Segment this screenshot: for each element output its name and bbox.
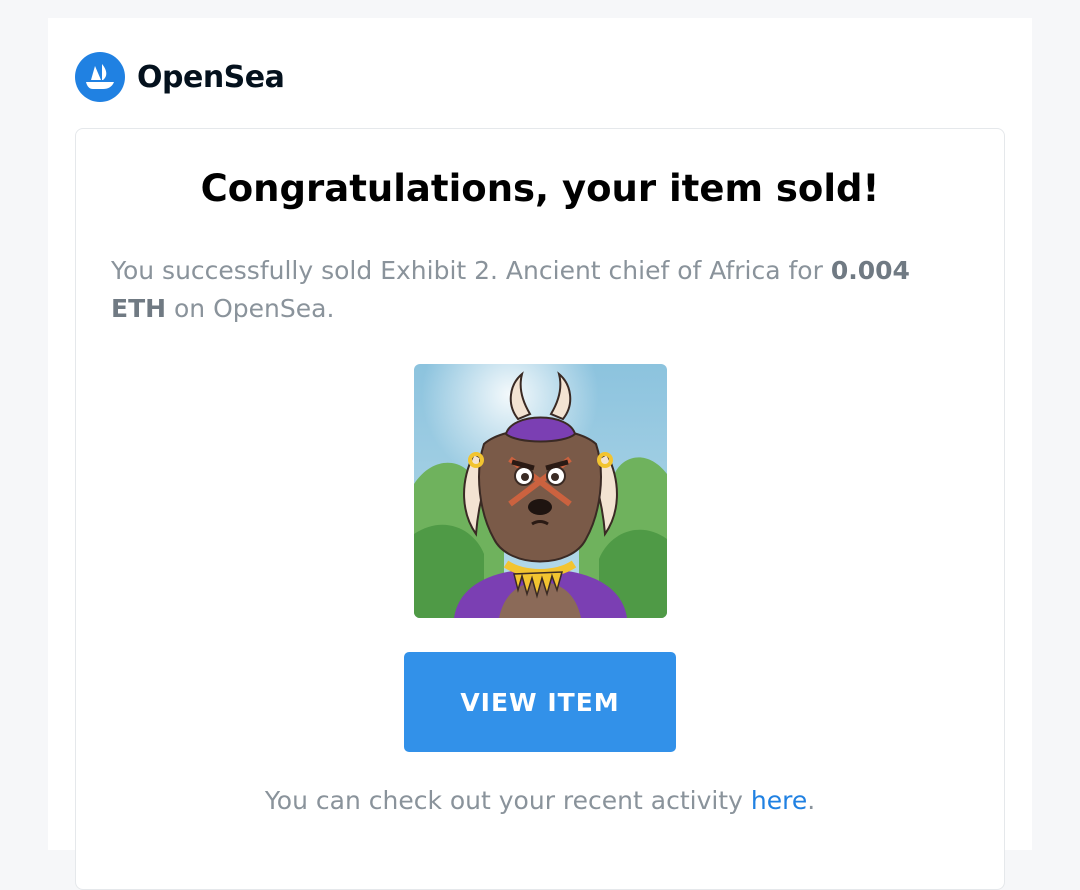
sale-message: You successfully sold Exhibit 2. Ancient… (111, 252, 971, 328)
sale-message-suffix: on OpenSea. (166, 294, 335, 323)
view-item-button[interactable]: VIEW ITEM (404, 652, 676, 752)
card-title: Congratulations, your item sold! (200, 167, 880, 210)
sale-card: Congratulations, your item sold! You suc… (75, 128, 1005, 890)
sale-message-prefix: You successfully sold Exhibit 2. Ancient… (111, 256, 831, 285)
recent-activity-link[interactable]: here (751, 786, 807, 815)
brand-name: OpenSea (137, 59, 285, 95)
nft-artwork-horned-chief (414, 364, 667, 618)
email-page: OpenSea Congratulations, your item sold!… (48, 18, 1032, 890)
brand-header[interactable]: OpenSea (75, 52, 285, 102)
recent-activity-text: You can check out your recent activity (264, 786, 751, 815)
recent-activity-note: You can check out your recent activity h… (76, 786, 1004, 815)
opensea-ship-icon (75, 52, 125, 102)
recent-activity-end: . (807, 786, 816, 815)
nft-image[interactable] (414, 364, 667, 618)
